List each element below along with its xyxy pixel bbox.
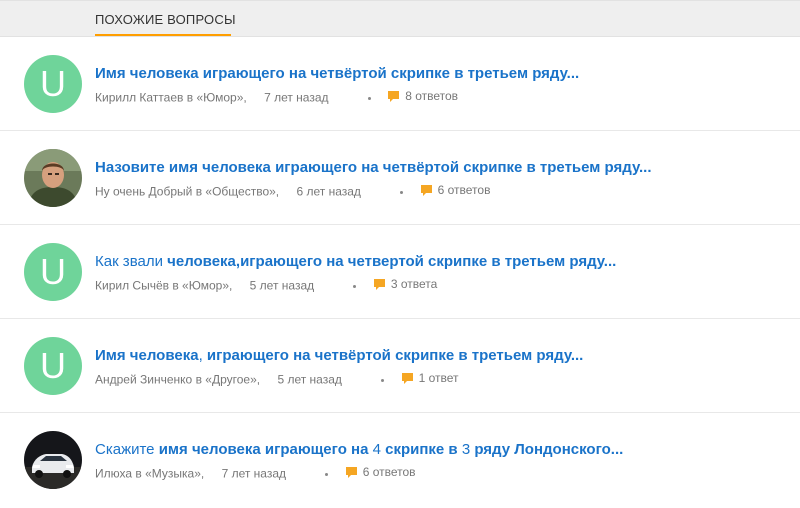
separator-dot: [400, 190, 404, 194]
category-link[interactable]: в «Другое»,: [196, 373, 261, 387]
question-meta: Андрей Зинченко в «Другое», 5 лет назад …: [95, 371, 459, 387]
category-link[interactable]: в «Музыка»,: [135, 467, 204, 481]
separator-dot: [353, 284, 357, 288]
title-part: скрипке в: [385, 441, 462, 458]
list-item: Назовите имя человека играющего на четвё…: [0, 131, 800, 225]
list-item: U Имя человека играющего на четвёртой ск…: [0, 37, 800, 131]
list-item: U Имя человека, играющего на четвёртой с…: [0, 319, 800, 413]
similar-questions-list: U Имя человека играющего на четвёртой ск…: [0, 37, 800, 507]
title-part: ,: [198, 347, 207, 364]
category-link[interactable]: в «Юмор»,: [187, 91, 247, 105]
avatar[interactable]: U: [24, 55, 82, 113]
separator-dot: [367, 96, 371, 100]
answers-count[interactable]: 3 ответа: [373, 277, 438, 291]
answers-label: 1 ответ: [418, 371, 459, 385]
avatar[interactable]: U: [24, 337, 82, 395]
title-part: Назовите имя человека играющего на четвё…: [95, 159, 652, 176]
answers-label: 6 ответов: [437, 183, 491, 197]
comment-bubble-icon: [345, 466, 357, 478]
author-name[interactable]: Кирил Сычёв: [95, 279, 169, 293]
author-name[interactable]: Илюха: [95, 467, 132, 481]
title-part: 4: [372, 441, 386, 458]
question-meta: Кирил Сычёв в «Юмор», 5 лет назад 3 отве…: [95, 277, 437, 293]
user-photo-car-icon: [24, 431, 82, 489]
question-title-link[interactable]: Назовите имя человека играющего на четвё…: [95, 159, 652, 177]
comment-bubble-icon: [401, 372, 413, 384]
avatar[interactable]: [24, 431, 82, 489]
list-item: U Как звали человека,играющего на четвер…: [0, 225, 800, 319]
question-meta: Кирилл Каттаев в «Юмор», 7 лет назад 8 о…: [95, 89, 458, 105]
comment-bubble-icon: [420, 184, 432, 196]
user-photo-man-icon: [24, 149, 82, 207]
answers-count[interactable]: 8 ответов: [388, 89, 458, 103]
question-meta: Илюха в «Музыка», 7 лет назад 6 ответов: [95, 465, 416, 481]
timestamp: 6 лет назад: [296, 184, 361, 199]
title-part: 3: [461, 441, 475, 458]
timestamp: 5 лет назад: [249, 278, 315, 293]
title-part: имя человека играющего на: [158, 441, 373, 458]
answers-label: 3 ответа: [390, 277, 438, 291]
author-name[interactable]: Андрей Зинченко: [95, 373, 192, 387]
answers-label: 8 ответов: [405, 89, 459, 103]
question-title-link[interactable]: Скажите имя человека играющего на 4 скри…: [95, 441, 623, 459]
section-title: ПОХОЖИЕ ВОПРОСЫ: [95, 12, 236, 27]
answers-count[interactable]: 6 ответов: [420, 183, 491, 197]
question-title-link[interactable]: Как звали человека,играющего на четверто…: [95, 253, 616, 271]
avatar[interactable]: [24, 149, 82, 207]
author-name[interactable]: Кирилл Каттаев: [95, 91, 183, 105]
category-link[interactable]: в «Общество»,: [196, 185, 279, 199]
timestamp: 5 лет назад: [277, 372, 342, 387]
answers-label: 6 ответов: [362, 465, 416, 479]
question-title-link[interactable]: Имя человека, играющего на четвёртой скр…: [95, 347, 583, 365]
title-part: Как звали: [95, 253, 168, 270]
answers-count[interactable]: 6 ответов: [345, 465, 416, 479]
answers-count[interactable]: 1 ответ: [401, 371, 459, 385]
question-meta: Ну очень Добрый в «Общество», 6 лет наза…: [95, 183, 490, 199]
timestamp: 7 лет назад: [264, 90, 329, 105]
timestamp: 7 лет назад: [221, 466, 287, 481]
title-part: человека,играющего на четвертой скрипке …: [167, 253, 617, 270]
title-part: Имя человека: [95, 347, 199, 364]
author-name[interactable]: Ну очень Добрый: [95, 185, 192, 199]
title-part: ряду Лондонского...: [474, 441, 624, 458]
avatar[interactable]: U: [24, 243, 82, 301]
title-part: Имя человека играющего на четвёртой скри…: [95, 65, 580, 82]
section-title-underline: [95, 34, 231, 36]
title-part: Скажите: [95, 441, 159, 458]
comment-bubble-icon: [388, 90, 400, 102]
section-header: ПОХОЖИЕ ВОПРОСЫ: [0, 0, 800, 37]
question-title-link[interactable]: Имя человека играющего на четвёртой скри…: [95, 65, 579, 83]
comment-bubble-icon: [373, 278, 385, 290]
separator-dot: [325, 472, 329, 476]
list-item: Скажите имя человека играющего на 4 скри…: [0, 413, 800, 507]
title-part: играющего на четвёртой скрипке в третьем…: [206, 347, 584, 364]
category-link[interactable]: в «Юмор»,: [172, 279, 232, 293]
separator-dot: [381, 378, 385, 382]
